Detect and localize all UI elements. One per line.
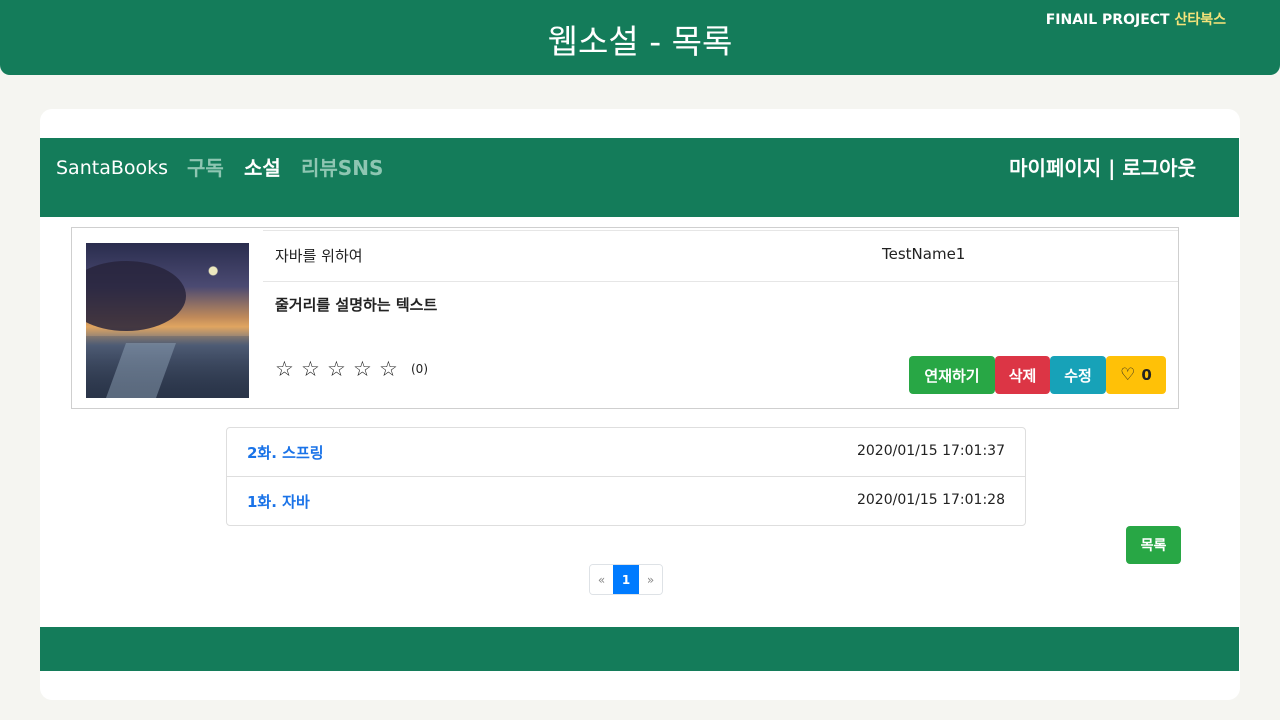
novel-author: TestName1 bbox=[882, 245, 966, 263]
content-card: SantaBooks 구독 소설 리뷰SNS 마이페이지 | 로그아웃 자바를 … bbox=[40, 109, 1240, 700]
episode-date: 2020/01/15 17:01:37 bbox=[856, 443, 1005, 459]
star-icon[interactable]: ☆ bbox=[353, 358, 379, 380]
delete-button[interactable]: 삭제 bbox=[995, 356, 1050, 394]
star-icon[interactable]: ☆ bbox=[379, 358, 405, 380]
nav-item-review-sns[interactable]: 리뷰SNS bbox=[301, 155, 383, 181]
page-next[interactable]: » bbox=[639, 565, 662, 594]
navbar: SantaBooks 구독 소설 리뷰SNS 마이페이지 | 로그아웃 bbox=[40, 138, 1239, 217]
divider bbox=[263, 281, 1178, 282]
project-tag-label: FINAIL PROJECT bbox=[1045, 12, 1170, 28]
list-item: 1화. 자바 2020/01/15 17:01:28 bbox=[227, 476, 1025, 526]
list-button[interactable]: 목록 bbox=[1126, 526, 1181, 564]
nav-item-novel[interactable]: 소설 bbox=[244, 155, 281, 181]
like-count: 0 bbox=[1141, 366, 1152, 384]
star-icon[interactable]: ☆ bbox=[275, 358, 301, 380]
project-tag-accent: 산타북스 bbox=[1174, 12, 1226, 28]
episode-title-link[interactable]: 1화. 자바 bbox=[247, 491, 310, 512]
novel-description: 줄거리를 설명하는 텍스트 bbox=[275, 296, 438, 314]
divider bbox=[263, 230, 1178, 231]
list-item: 2화. 스프링 2020/01/15 17:01:37 bbox=[227, 428, 1025, 477]
novel-cover-image bbox=[86, 243, 249, 398]
user-menu[interactable]: 마이페이지 | 로그아웃 bbox=[1009, 155, 1196, 181]
project-tag: FINAIL PROJECT 산타북스 bbox=[1046, 9, 1226, 29]
episode-list: 2화. 스프링 2020/01/15 17:01:37 1화. 자바 2020/… bbox=[226, 427, 1026, 526]
novel-info-box: 자바를 위하여 TestName1 줄거리를 설명하는 텍스트 ☆ ☆ ☆ ☆ … bbox=[71, 227, 1179, 409]
star-icon[interactable]: ☆ bbox=[327, 358, 353, 380]
rating-count: (0) bbox=[411, 362, 428, 376]
like-button[interactable]: ♡ 0 bbox=[1106, 356, 1166, 394]
nav-item-subscribe[interactable]: 구독 bbox=[187, 155, 224, 181]
episode-title-link[interactable]: 2화. 스프링 bbox=[247, 442, 324, 463]
footer-bar bbox=[40, 627, 1239, 671]
novel-title: 자바를 위하여 bbox=[275, 247, 363, 265]
pagination: « 1 » bbox=[589, 564, 663, 595]
top-header: 웹소설 - 목록 FINAIL PROJECT 산타북스 bbox=[0, 0, 1280, 75]
page-prev[interactable]: « bbox=[590, 565, 613, 594]
star-rating: ☆ ☆ ☆ ☆ ☆ (0) bbox=[275, 358, 428, 380]
serialize-button[interactable]: 연재하기 bbox=[909, 356, 995, 394]
star-icon[interactable]: ☆ bbox=[301, 358, 327, 380]
heart-icon: ♡ bbox=[1120, 365, 1136, 385]
page-current[interactable]: 1 bbox=[613, 565, 639, 594]
brand-link[interactable]: SantaBooks bbox=[56, 156, 168, 180]
edit-button[interactable]: 수정 bbox=[1050, 356, 1106, 394]
cover-cloud bbox=[86, 261, 186, 331]
episode-date: 2020/01/15 17:01:28 bbox=[856, 492, 1005, 508]
